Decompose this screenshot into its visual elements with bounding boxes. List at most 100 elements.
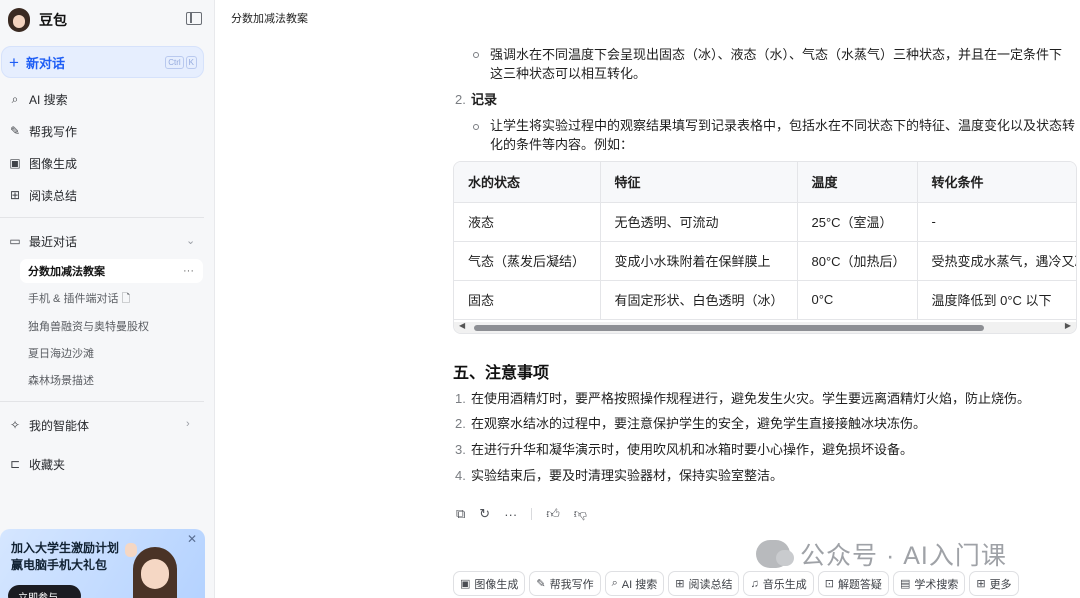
chip-label: 音乐生成 [762, 578, 807, 591]
recent-item-label: 夏日海边沙滩 [28, 348, 94, 360]
table: 水的状态 特征 温度 转化条件 液态 无色透明、可流动 25°C（室温） - 气… [454, 162, 1076, 320]
chip-music[interactable]: ♫ 音乐生成 [743, 571, 814, 596]
scroll-left-icon[interactable]: ◀ [459, 321, 465, 330]
recent-item[interactable]: 夏日海边沙滩 [20, 341, 203, 365]
list-item: 实验结束后，要及时清理实验器材，保持实验室整洁。 [471, 468, 784, 483]
sidebar-item-image[interactable]: ▣ 图像生成 [8, 152, 77, 174]
divider [0, 401, 204, 402]
thumbs-up-icon[interactable]: 👍︎ [546, 506, 560, 522]
more-icon: ⊞ [976, 578, 986, 590]
close-icon[interactable]: ✕ [187, 532, 197, 546]
list-item: 在观察水结冰的过程中，要注意保护学生的安全，避免学生直接接触冰块冻伤。 [471, 416, 927, 431]
image-icon: ▣ [460, 578, 471, 590]
list-number: 2. [455, 92, 466, 107]
chip-ai-search[interactable]: ⌕ AI 搜索 [604, 571, 665, 596]
table-header: 水的状态 [454, 162, 601, 203]
table-row: 固态 有固定形状、白色透明（冰） 0°C 温度降低到 0°C 以下 [454, 280, 1076, 320]
thumbs-down-icon[interactable]: 👎︎ [574, 506, 587, 522]
academic-search-icon: ▤ [899, 578, 911, 590]
message-actions: ⧉ ↻ ··· 👍︎ 👎︎ [456, 506, 587, 522]
bookmark-icon: ⊏ [9, 457, 21, 471]
ai-search-icon: ⌕ [611, 577, 618, 589]
recent-header[interactable]: ▭ 最近对话 [8, 230, 77, 252]
record-table: 水的状态 特征 温度 转化条件 液态 无色透明、可流动 25°C（室温） - 气… [453, 161, 1077, 334]
table-cell: 气态（蒸发后凝结） [454, 241, 601, 281]
sidebar-item-ai-search[interactable]: ⌕ AI 搜索 [8, 88, 68, 110]
writing-icon: ✎ [536, 578, 546, 590]
chip-label: 图像生成 [474, 578, 519, 591]
paragraph: 强调水在不同温度下会呈现出固态（冰）、液态（水）、气态（水蒸气）三种状态，并且在… [490, 47, 1063, 62]
new-chat-button[interactable]: + 新对话 Ctrl K [1, 46, 204, 78]
chip-label: 帮我写作 [549, 578, 594, 591]
shortcut-key: K [185, 56, 197, 69]
page-title: 分数加减法教案 [231, 13, 308, 25]
music-icon: ♫ [750, 577, 759, 590]
sidebar-item-label: 阅读总结 [29, 188, 78, 203]
promo-banner[interactable]: 加入大学生激励计划 赢电脑手机大礼包 ✕ 立即参与 → [0, 529, 205, 598]
list-item: 在进行升华和凝华演示时，使用吹风机和冰箱时要小心操作，避免损坏设备。 [471, 442, 914, 457]
regenerate-icon[interactable]: ↻ [479, 506, 490, 522]
list-number: 4. [455, 468, 466, 483]
chevron-right-icon[interactable]: › [186, 418, 190, 430]
table-header: 转化条件 [917, 162, 1076, 203]
chip-solve[interactable]: ⊡ 解题答疑 [817, 571, 889, 596]
horizontal-scrollbar[interactable]: ◀ ▶ [454, 321, 1076, 333]
new-chat-label: 新对话 [25, 55, 65, 71]
table-header: 特征 [600, 162, 798, 203]
avatar [8, 8, 30, 32]
copy-icon[interactable]: ⧉ [456, 506, 465, 522]
recent-item[interactable]: 独角兽融资与奥特曼股权 [20, 314, 203, 338]
divider [0, 217, 204, 218]
recent-item[interactable]: 分数加减法教案 ··· [20, 259, 203, 283]
brand[interactable]: 豆包 [8, 7, 67, 33]
scroll-right-icon[interactable]: ▶ [1065, 321, 1071, 330]
table-cell: 固态 [454, 280, 601, 320]
promo-join-button[interactable]: 立即参与 → [8, 585, 81, 598]
sidebar-item-label: 帮我写作 [29, 124, 78, 139]
chip-image[interactable]: ▣ 图像生成 [453, 571, 526, 596]
chip-label: AI 搜索 [621, 578, 658, 591]
sidebar: 豆包 + 新对话 Ctrl K ⌕ AI 搜索 ✎ 帮我写作 ▣ 图像生成 ⊞ … [0, 0, 215, 598]
chip-label: 学术搜索 [914, 578, 959, 591]
promo-title: 加入大学生激励计划 赢电脑手机大礼包 [11, 541, 120, 572]
table-cell: 有固定形状、白色透明（冰） [600, 280, 798, 320]
sparkle-icon: ✧ [9, 418, 21, 432]
list-number: 1. [455, 391, 466, 406]
table-row: 液态 无色透明、可流动 25°C（室温） - [454, 202, 1076, 242]
sidebar-toggle-icon[interactable] [186, 12, 202, 25]
sidebar-item-favorites[interactable]: ⊏ 收藏夹 [8, 453, 65, 475]
section-heading: 五、注意事项 [453, 365, 550, 382]
sidebar-item-label: 收藏夹 [29, 457, 66, 472]
image-icon: ▣ [9, 156, 21, 170]
shortcut-key: Ctrl [165, 56, 184, 69]
chip-academic[interactable]: ▤ 学术搜索 [892, 571, 966, 596]
recent-item[interactable]: 森林场景描述 [20, 368, 203, 392]
chip-reading[interactable]: ⊞ 阅读总结 [668, 571, 740, 596]
table-header: 温度 [797, 162, 918, 203]
list-number: 3. [455, 442, 466, 457]
table-cell: 受热变成水蒸气，遇冷又凝 [917, 241, 1076, 281]
scrollbar-thumb[interactable] [474, 325, 984, 331]
sidebar-item-writing[interactable]: ✎ 帮我写作 [8, 120, 77, 142]
recent-item[interactable]: 手机 & 插件端对话 🗋 [20, 287, 203, 311]
brand-name: 豆包 [39, 12, 67, 28]
paragraph: 这三种状态可以相互转化。 [490, 66, 647, 81]
recent-item-label: 分数加减法教案 [28, 266, 105, 278]
sidebar-item-reading[interactable]: ⊞ 阅读总结 [8, 184, 77, 206]
promo-character-image [125, 543, 185, 598]
recent-item-label: 独角兽融资与奥特曼股权 [28, 321, 149, 333]
quick-actions: ▣ 图像生成 ✎ 帮我写作 ⌕ AI 搜索 ⊞ 阅读总结 ♫ 音乐生成 ⊡ 解题答疑 ▤ 学术… [453, 571, 1019, 596]
sidebar-item-agents[interactable]: ✧ 我的智能体 [8, 414, 89, 436]
table-header-row: 水的状态 特征 温度 转化条件 [454, 162, 1076, 203]
wechat-icon [756, 540, 794, 568]
recent-header-label: 最近对话 [29, 234, 78, 249]
table-cell: 液态 [454, 202, 601, 242]
more-icon[interactable]: ··· [504, 507, 517, 522]
chip-writing[interactable]: ✎ 帮我写作 [529, 571, 601, 596]
chip-more[interactable]: ⊞ 更多 [969, 571, 1019, 596]
paragraph: 化的条件等内容。例如： [490, 137, 634, 152]
more-icon[interactable]: ··· [183, 265, 194, 277]
sidebar-item-label: 图像生成 [29, 156, 78, 171]
bullet-marker [473, 124, 479, 130]
chevron-down-icon[interactable]: ⌄ [186, 234, 195, 247]
